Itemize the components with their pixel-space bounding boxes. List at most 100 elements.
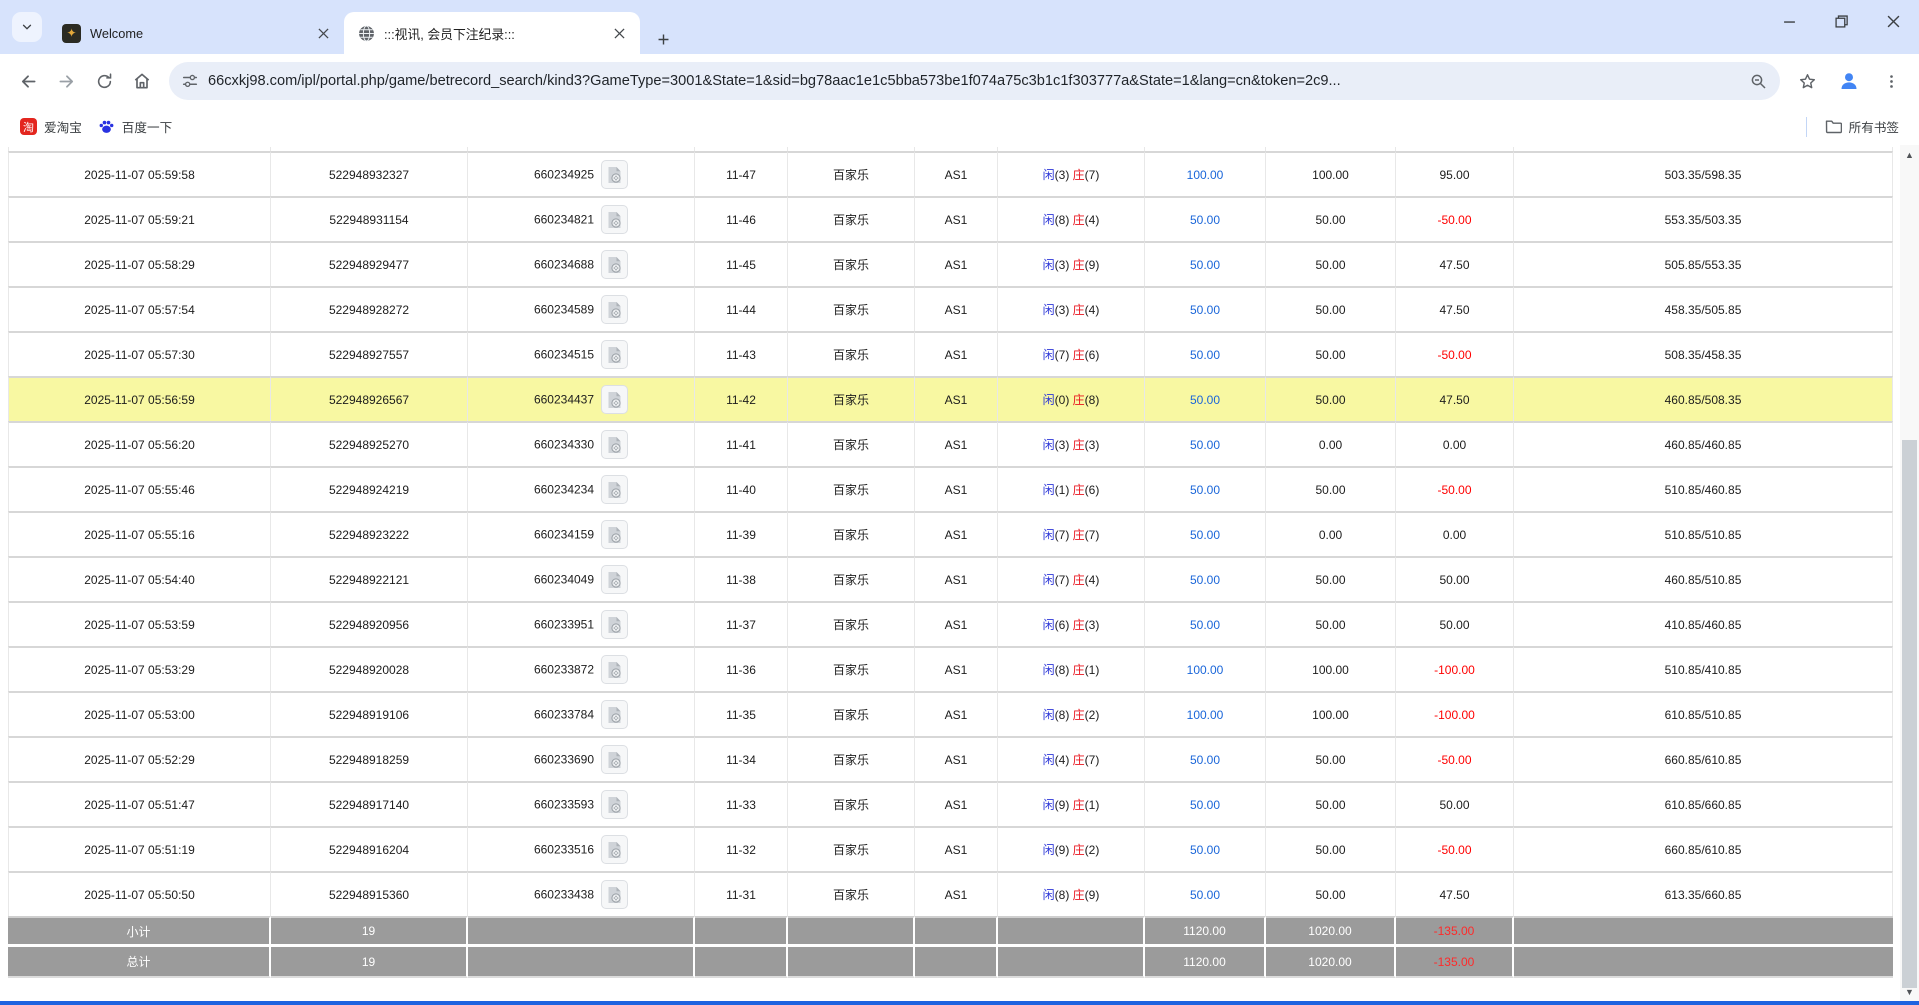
site-settings-icon[interactable]: [182, 73, 198, 89]
cell-bet-time: 2025-11-07 05:56:20: [8, 421, 271, 466]
cell-result: 闲(7) 庄(4): [998, 556, 1145, 601]
cell-bet-amount[interactable]: 50.00: [1145, 196, 1266, 241]
table-row[interactable]: 2025-11-07 05:55:46522948924219660234234…: [8, 466, 1893, 511]
video-replay-button[interactable]: [601, 655, 628, 684]
cell-round: 11-35: [695, 691, 788, 736]
video-replay-button[interactable]: [601, 745, 628, 774]
summary-bet-amount: 1120.00: [1145, 916, 1266, 947]
table-row[interactable]: 2025-11-07 05:54:40522948922121660234049…: [8, 556, 1893, 601]
tab-close-icon[interactable]: [314, 24, 332, 42]
cell-bet-amount[interactable]: 50.00: [1145, 241, 1266, 286]
tab-welcome[interactable]: ✦ Welcome: [48, 12, 344, 54]
window-minimize-button[interactable]: [1763, 0, 1815, 42]
video-replay-button[interactable]: [601, 610, 628, 639]
back-button[interactable]: [9, 62, 47, 100]
new-tab-button[interactable]: [648, 24, 678, 54]
address-bar[interactable]: 66cxkj98.com/ipl/portal.php/game/betreco…: [169, 62, 1780, 100]
video-replay-button[interactable]: [601, 385, 628, 414]
table-row[interactable]: 2025-11-07 05:53:59522948920956660233951…: [8, 601, 1893, 646]
cell-balance: 660.85/610.85: [1514, 826, 1893, 871]
bookmark-taobao[interactable]: 淘 爱淘宝: [12, 113, 90, 140]
cell-bet-amount[interactable]: 100.00: [1145, 646, 1266, 691]
cell-valid-amount: 50.00: [1266, 241, 1396, 286]
cell-bet-id: 522948925270: [271, 421, 468, 466]
url-text[interactable]: 66cxkj98.com/ipl/portal.php/game/betreco…: [208, 73, 1740, 89]
video-replay-button[interactable]: [601, 250, 628, 279]
cell-balance: 553.35/503.35: [1514, 196, 1893, 241]
bookmark-star-icon[interactable]: [1788, 62, 1826, 100]
cell-result: 闲(9) 庄(1): [998, 781, 1145, 826]
cell-bet-amount[interactable]: 50.00: [1145, 286, 1266, 331]
video-replay-button[interactable]: [601, 430, 628, 459]
window-restore-button[interactable]: [1815, 0, 1867, 42]
cell-bet-time: 2025-11-07 05:59:21: [8, 196, 271, 241]
cell-table: AS1: [915, 331, 998, 376]
cell-game-no: 660234515: [468, 331, 695, 376]
table-row[interactable]: 2025-11-07 05:56:20522948925270660234330…: [8, 421, 1893, 466]
tab-betrecord[interactable]: :::视讯, 会员下注纪录:::: [344, 12, 640, 54]
video-replay-button[interactable]: [601, 475, 628, 504]
table-row[interactable]: 2025-11-07 05:51:47522948917140660233593…: [8, 781, 1893, 826]
window-close-button[interactable]: [1867, 0, 1919, 42]
table-row[interactable]: 2025-11-07 05:59:21522948931154660234821…: [8, 196, 1893, 241]
reload-button[interactable]: [85, 62, 123, 100]
table-row[interactable]: 2025-11-07 05:58:29522948929477660234688…: [8, 241, 1893, 286]
cell-win-loss: 50.00: [1396, 601, 1514, 646]
table-row[interactable]: 2025-11-07 05:53:00522948919106660233784…: [8, 691, 1893, 736]
profile-avatar[interactable]: [1830, 62, 1868, 100]
cell-table: AS1: [915, 421, 998, 466]
table-row[interactable]: 2025-11-07 05:53:29522948920028660233872…: [8, 646, 1893, 691]
video-replay-button[interactable]: [601, 340, 628, 369]
table-row[interactable]: 2025-11-07 05:57:54522948928272660234589…: [8, 286, 1893, 331]
video-replay-button[interactable]: [601, 295, 628, 324]
cell-bet-amount[interactable]: 50.00: [1145, 466, 1266, 511]
cell-bet-amount[interactable]: 50.00: [1145, 826, 1266, 871]
cell-bet-amount[interactable]: 50.00: [1145, 331, 1266, 376]
cell-bet-amount[interactable]: 50.00: [1145, 511, 1266, 556]
table-row[interactable]: 2025-11-07 05:52:29522948918259660233690…: [8, 736, 1893, 781]
table-row[interactable]: 2025-11-07 05:51:19522948916204660233516…: [8, 826, 1893, 871]
cell-bet-amount[interactable]: 50.00: [1145, 736, 1266, 781]
cell-round: 11-42: [695, 376, 788, 421]
tab-search-button[interactable]: [12, 12, 42, 42]
video-replay-button[interactable]: [601, 700, 628, 729]
scrollbar-thumb[interactable]: [1902, 440, 1917, 988]
cell-bet-amount[interactable]: 50.00: [1145, 421, 1266, 466]
cell-bet-amount[interactable]: 50.00: [1145, 376, 1266, 421]
video-replay-button[interactable]: [601, 790, 628, 819]
window-bottom-edge: [0, 1001, 1919, 1005]
zoom-magnifier-icon[interactable]: [1750, 73, 1767, 90]
cell-game-type: 百家乐: [788, 331, 915, 376]
table-row[interactable]: 2025-11-07 05:57:30522948927557660234515…: [8, 331, 1893, 376]
scrollbar-up-arrow[interactable]: ▲: [1900, 150, 1919, 160]
cell-table: AS1: [915, 466, 998, 511]
all-bookmarks-button[interactable]: 所有书签: [1817, 113, 1907, 140]
video-replay-button[interactable]: [601, 205, 628, 234]
bookmark-baidu[interactable]: 百度一下: [90, 113, 180, 140]
table-row[interactable]: 2025-11-07 05:56:59522948926567660234437…: [8, 376, 1893, 421]
cell-bet-amount[interactable]: 50.00: [1145, 781, 1266, 826]
cell-bet-amount[interactable]: 100.00: [1145, 151, 1266, 196]
cell-bet-amount[interactable]: 50.00: [1145, 556, 1266, 601]
page-scrollbar[interactable]: ▲ ▼: [1900, 145, 1919, 1005]
tab-close-icon[interactable]: [610, 24, 628, 42]
home-button[interactable]: [123, 62, 161, 100]
cell-bet-time: 2025-11-07 05:53:29: [8, 646, 271, 691]
forward-button[interactable]: [47, 62, 85, 100]
scrollbar-down-arrow[interactable]: ▼: [1900, 987, 1919, 997]
video-replay-button[interactable]: [601, 835, 628, 864]
table-row[interactable]: 2025-11-07 05:55:16522948923222660234159…: [8, 511, 1893, 556]
table-row[interactable]: 2025-11-07 05:59:58522948932327660234925…: [8, 151, 1893, 196]
cell-balance: 508.35/458.35: [1514, 331, 1893, 376]
cell-bet-amount[interactable]: 100.00: [1145, 691, 1266, 736]
cell-balance: 503.35/598.35: [1514, 151, 1893, 196]
video-replay-button[interactable]: [601, 565, 628, 594]
video-replay-button[interactable]: [601, 520, 628, 549]
cell-bet-amount[interactable]: 50.00: [1145, 871, 1266, 916]
welcome-favicon: ✦: [62, 24, 81, 43]
video-replay-button[interactable]: [601, 880, 628, 909]
table-row[interactable]: 2025-11-07 05:50:50522948915360660233438…: [8, 871, 1893, 916]
cell-bet-amount[interactable]: 50.00: [1145, 601, 1266, 646]
video-replay-button[interactable]: [601, 160, 628, 189]
menu-kebab-icon[interactable]: [1872, 62, 1910, 100]
